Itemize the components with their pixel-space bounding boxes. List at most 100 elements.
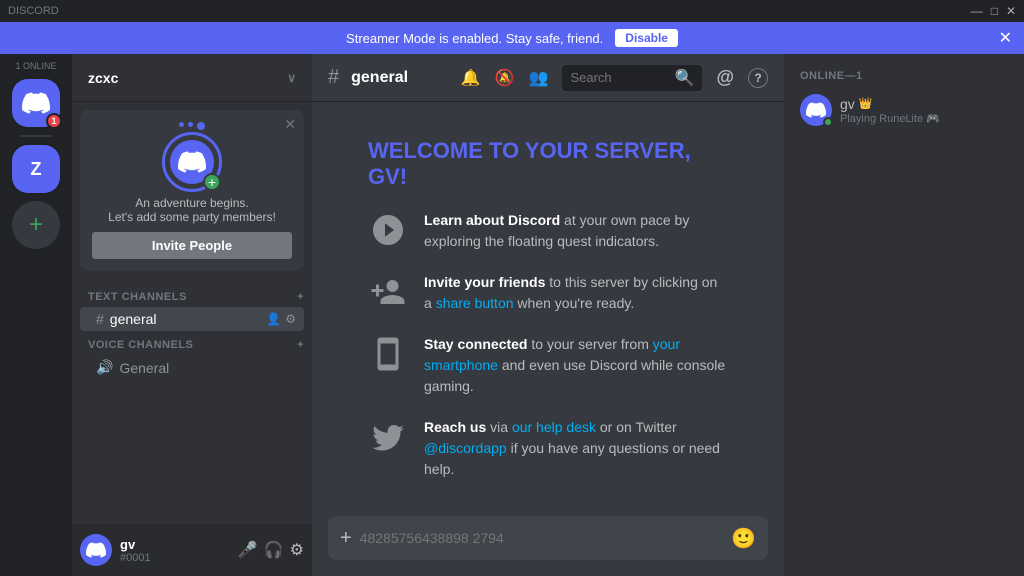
chat-input[interactable] xyxy=(360,530,723,546)
text-channels-label: TEXT CHANNELS xyxy=(88,291,187,303)
main-content: # general 🔔 🔕 👥 🔍 @ ? WELCOME TO YOUR SE… xyxy=(312,54,784,576)
headphone-icon[interactable]: 🎧 xyxy=(264,540,284,560)
app-layout: 1 ONLINE 1 Z + zcxc ∨ ✕ xyxy=(0,54,1024,576)
chat-area: WELCOME TO YOUR SERVER, GV! Learn about … xyxy=(312,102,784,516)
member-info: gv 👑 Playing RuneLite 🎮 xyxy=(840,96,940,125)
invite-people-button[interactable]: Invite People xyxy=(92,232,292,259)
reach-bold: Reach us xyxy=(424,419,486,435)
welcome-item-reach: Reach us via our help desk or on Twitter… xyxy=(368,417,728,480)
server-name: zcxc xyxy=(88,70,118,86)
add-attachment-icon[interactable]: + xyxy=(340,527,352,550)
mic-icon[interactable]: 🎤 xyxy=(238,540,258,560)
server-chevron-icon: ∨ xyxy=(287,71,296,85)
user-settings-icon[interactable]: ⚙ xyxy=(290,540,304,560)
popup-plus-icon: + xyxy=(203,173,221,191)
server-divider xyxy=(20,135,52,137)
hash-icon: # xyxy=(96,311,104,327)
search-input[interactable] xyxy=(570,70,668,85)
user-avatar xyxy=(80,534,112,566)
voice-channel-general[interactable]: 🔊 General xyxy=(80,355,304,380)
at-icon[interactable]: @ xyxy=(716,67,734,88)
speaker-icon: 🔊 xyxy=(96,359,113,376)
learn-bold: Learn about Discord xyxy=(424,212,560,228)
members-icon[interactable]: 👥 xyxy=(529,68,549,88)
member-activity: Playing RuneLite 🎮 xyxy=(840,112,940,125)
window-controls: — □ ✕ xyxy=(971,4,1016,18)
text-channels-section: TEXT CHANNELS + # general 👤 ⚙ xyxy=(72,287,312,331)
welcome-item-learn: Learn about Discord at your own pace by … xyxy=(368,210,728,252)
reach-or: or on Twitter xyxy=(600,419,677,435)
chat-input-area: + 🙂 xyxy=(312,516,784,576)
popup-avatar-ring: + xyxy=(162,132,222,192)
streamer-message: Streamer Mode is enabled. Stay safe, fri… xyxy=(346,31,603,46)
app-title: DISCORD xyxy=(8,5,59,17)
help-icon[interactable]: ? xyxy=(748,68,768,88)
dot xyxy=(179,122,184,127)
username-label: gv xyxy=(120,537,151,552)
bell-icon[interactable]: 🔔 xyxy=(461,68,481,88)
member-item-gv[interactable]: gv 👑 Playing RuneLite 🎮 xyxy=(792,90,1016,130)
close-button[interactable]: ✕ xyxy=(1006,4,1016,18)
channel-actions: 👤 ⚙ xyxy=(266,312,296,326)
smartphone-icon xyxy=(368,334,408,374)
member-sidebar: ONLINE—1 gv 👑 Playing RuneLite 🎮 xyxy=(784,54,1024,576)
members-section-header: ONLINE—1 xyxy=(792,70,1016,82)
channel-general[interactable]: # general 👤 ⚙ xyxy=(80,307,304,331)
server-letter: Z xyxy=(31,159,42,180)
invite-text: Invite your friends to this server by cl… xyxy=(424,272,728,314)
popup-close-icon[interactable]: ✕ xyxy=(284,116,296,133)
channel-hash-icon: # xyxy=(328,66,339,89)
voice-channels-label: VOICE CHANNELS xyxy=(88,339,193,351)
streamer-disable-button[interactable]: Disable xyxy=(615,29,678,47)
user-controls: 🎤 🎧 ⚙ xyxy=(238,540,304,560)
help-desk-link[interactable]: our help desk xyxy=(512,419,596,435)
search-icon: 🔍 xyxy=(675,68,695,88)
discordapp-link[interactable]: @discordapp xyxy=(424,440,507,456)
bell-slash-icon[interactable]: 🔕 xyxy=(495,68,515,88)
settings-icon[interactable]: ⚙ xyxy=(285,312,296,326)
add-text-channel-icon[interactable]: + xyxy=(297,291,304,303)
invite-icon[interactable]: 👤 xyxy=(266,312,281,326)
dot-large xyxy=(197,122,205,130)
dot xyxy=(188,122,193,127)
server-header[interactable]: zcxc ∨ xyxy=(72,54,312,102)
chat-channel-name: general xyxy=(351,69,408,87)
voice-channels-section: VOICE CHANNELS + 🔊 General xyxy=(72,335,312,380)
user-bar: gv #0001 🎤 🎧 ⚙ xyxy=(72,524,312,576)
server-z-icon[interactable]: Z xyxy=(12,145,60,193)
welcome-item-stay: Stay connected to your server from your … xyxy=(368,334,728,397)
member-avatar xyxy=(800,94,832,126)
invite-bold: Invite your friends xyxy=(424,274,545,290)
notification-badge: 1 xyxy=(46,113,62,129)
welcome-popup: ✕ + An adventure begins. Let's add some … xyxy=(80,110,304,271)
stay-bold: Stay connected xyxy=(424,336,527,352)
voice-channels-header[interactable]: VOICE CHANNELS + xyxy=(72,335,312,355)
reach-rest: via xyxy=(490,419,512,435)
add-icon: + xyxy=(29,211,43,239)
channel-list: TEXT CHANNELS + # general 👤 ⚙ VOICE CHA xyxy=(72,279,312,524)
invite-icon xyxy=(368,272,408,312)
welcome-title: WELCOME TO YOUR SERVER, GV! xyxy=(368,138,728,190)
channel-sidebar: zcxc ∨ ✕ + An adventure begins. L xyxy=(72,54,312,576)
discriminator-label: #0001 xyxy=(120,552,151,564)
invite-link-rest: when you're ready. xyxy=(517,295,634,311)
share-button-link[interactable]: share button xyxy=(436,295,514,311)
stay-rest: to your server from xyxy=(531,336,652,352)
chat-header: # general 🔔 🔕 👥 🔍 @ ? xyxy=(312,54,784,102)
maximize-button[interactable]: □ xyxy=(991,4,998,18)
watermark-area: GV xyxy=(328,500,768,516)
welcome-content: WELCOME TO YOUR SERVER, GV! Learn about … xyxy=(328,118,768,500)
minimize-button[interactable]: — xyxy=(971,4,983,18)
add-server-button[interactable]: + xyxy=(12,201,60,249)
text-channels-header[interactable]: TEXT CHANNELS + xyxy=(72,287,312,307)
discord-home-icon[interactable]: 1 xyxy=(12,79,60,127)
online-count: 1 ONLINE xyxy=(15,62,56,71)
text-channels-actions: + xyxy=(297,291,304,303)
crown-icon: 👑 xyxy=(859,97,873,110)
add-voice-channel-icon[interactable]: + xyxy=(297,339,304,351)
titlebar: DISCORD — □ ✕ xyxy=(0,0,1024,22)
streamer-close-icon[interactable]: ✕ xyxy=(999,28,1012,48)
member-name: gv xyxy=(840,96,855,112)
learn-text: Learn about Discord at your own pace by … xyxy=(424,210,728,252)
emoji-icon[interactable]: 🙂 xyxy=(731,526,756,551)
